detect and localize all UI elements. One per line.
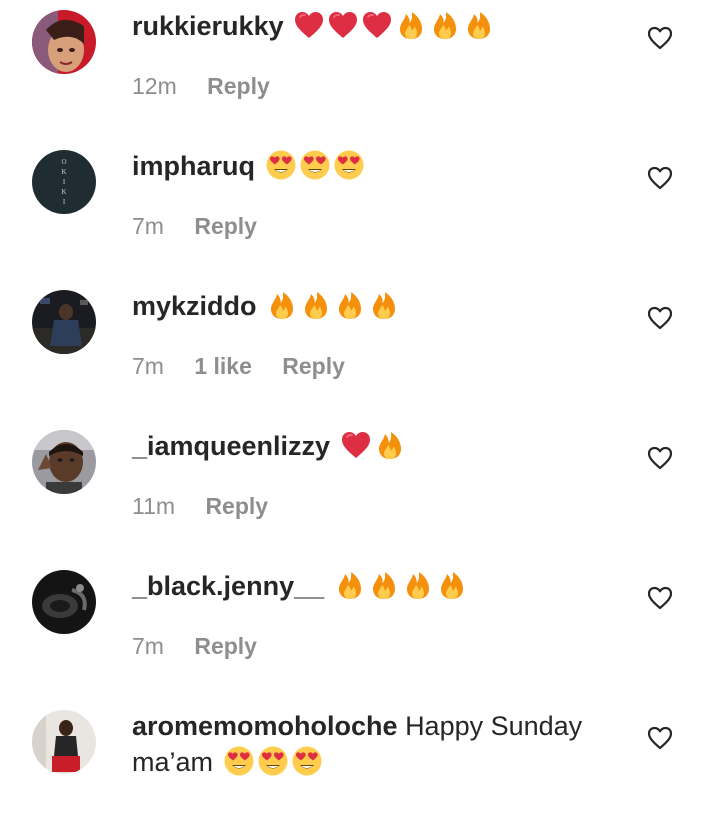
comment-time: 7m	[132, 353, 164, 379]
comment-username[interactable]: _black.jenny__	[132, 571, 324, 601]
reply-button[interactable]: Reply	[194, 633, 257, 659]
emoji-group	[332, 571, 468, 601]
comment-meta: 12m Reply	[132, 70, 294, 102]
comment-text-line: rukkierukky	[132, 8, 495, 44]
fire-icon	[434, 11, 457, 39]
reply-button[interactable]: Reply	[207, 73, 270, 99]
heart-eyes-icon	[292, 746, 322, 776]
comment-username[interactable]: aromemomoholoche	[132, 711, 398, 741]
comment-text-line: mykziddo	[132, 288, 400, 324]
emoji-group	[338, 431, 406, 461]
red-heart-icon	[363, 11, 392, 38]
comment-item: aromemomoholoche Happy Sunday ma’am	[0, 700, 720, 840]
emoji-group	[221, 746, 323, 777]
heart-outline-icon[interactable]	[647, 306, 673, 330]
comment-time: 7m	[132, 213, 164, 239]
comment-item: _iamqueenlizzy 11m Reply	[0, 420, 720, 560]
red-heart-icon	[329, 11, 358, 38]
red-heart-icon	[341, 431, 370, 458]
avatar[interactable]	[32, 290, 96, 354]
fire-icon	[373, 291, 396, 319]
comment-username[interactable]: mykziddo	[132, 291, 257, 321]
likes-count[interactable]: 1 like	[194, 353, 252, 379]
fire-icon	[271, 291, 294, 319]
fire-icon	[339, 291, 362, 319]
avatar[interactable]	[32, 10, 96, 74]
comment-text-line: aromemomoholoche Happy Sunday ma’am	[132, 708, 602, 780]
fire-icon	[406, 571, 429, 599]
fire-icon	[305, 291, 328, 319]
avatar[interactable]: O K I K I	[32, 150, 96, 214]
comment-meta: 7m Reply	[132, 210, 281, 242]
comment-item: rukkierukky 12m Reply	[0, 0, 720, 140]
comment-text-line: _black.jenny__	[132, 568, 468, 604]
comment-text-line: impharuq	[132, 148, 365, 184]
comment-username[interactable]: rukkierukky	[132, 11, 284, 41]
comment-item: mykziddo 7m 1 like Reply	[0, 280, 720, 420]
heart-eyes-icon	[224, 746, 254, 776]
avatar[interactable]	[32, 710, 96, 774]
reply-button[interactable]: Reply	[282, 353, 345, 379]
fire-icon	[378, 431, 401, 459]
reply-button[interactable]: Reply	[205, 493, 268, 519]
heart-eyes-icon	[334, 150, 364, 180]
comment-text-line: _iamqueenlizzy	[132, 428, 406, 464]
comment-meta: 7m Reply	[132, 630, 281, 662]
fire-icon	[440, 571, 463, 599]
emoji-group	[291, 11, 495, 41]
emoji-group	[264, 291, 400, 321]
comment-username[interactable]: _iamqueenlizzy	[132, 431, 330, 461]
svg-text:K: K	[61, 188, 66, 196]
comment-item: O K I K I impharuq 7m Reply	[0, 140, 720, 280]
fire-icon	[338, 571, 361, 599]
comment-meta: 7m 1 like Reply	[132, 350, 369, 382]
comment-time: 11m	[132, 493, 176, 519]
heart-eyes-icon	[300, 150, 330, 180]
fire-icon	[372, 571, 395, 599]
heart-outline-icon[interactable]	[647, 726, 673, 750]
comment-username[interactable]: impharuq	[132, 151, 255, 181]
comment-time: 12m	[132, 73, 177, 99]
comment-item: _black.jenny__ 7m Reply	[0, 560, 720, 700]
red-heart-icon	[295, 11, 324, 38]
heart-eyes-icon	[266, 150, 296, 180]
fire-icon	[400, 11, 423, 39]
comment-time: 7m	[132, 633, 164, 659]
fire-icon	[468, 11, 491, 39]
heart-outline-icon[interactable]	[647, 586, 673, 610]
comment-meta: 11m Reply	[132, 490, 292, 522]
heart-outline-icon[interactable]	[647, 446, 673, 470]
avatar-text: O	[61, 158, 66, 166]
reply-button[interactable]: Reply	[194, 213, 257, 239]
svg-text:K: K	[61, 168, 66, 176]
heart-outline-icon[interactable]	[647, 166, 673, 190]
emoji-group	[263, 150, 365, 181]
avatar[interactable]	[32, 570, 96, 634]
heart-outline-icon[interactable]	[647, 26, 673, 50]
heart-eyes-icon	[258, 746, 288, 776]
avatar[interactable]	[32, 430, 96, 494]
